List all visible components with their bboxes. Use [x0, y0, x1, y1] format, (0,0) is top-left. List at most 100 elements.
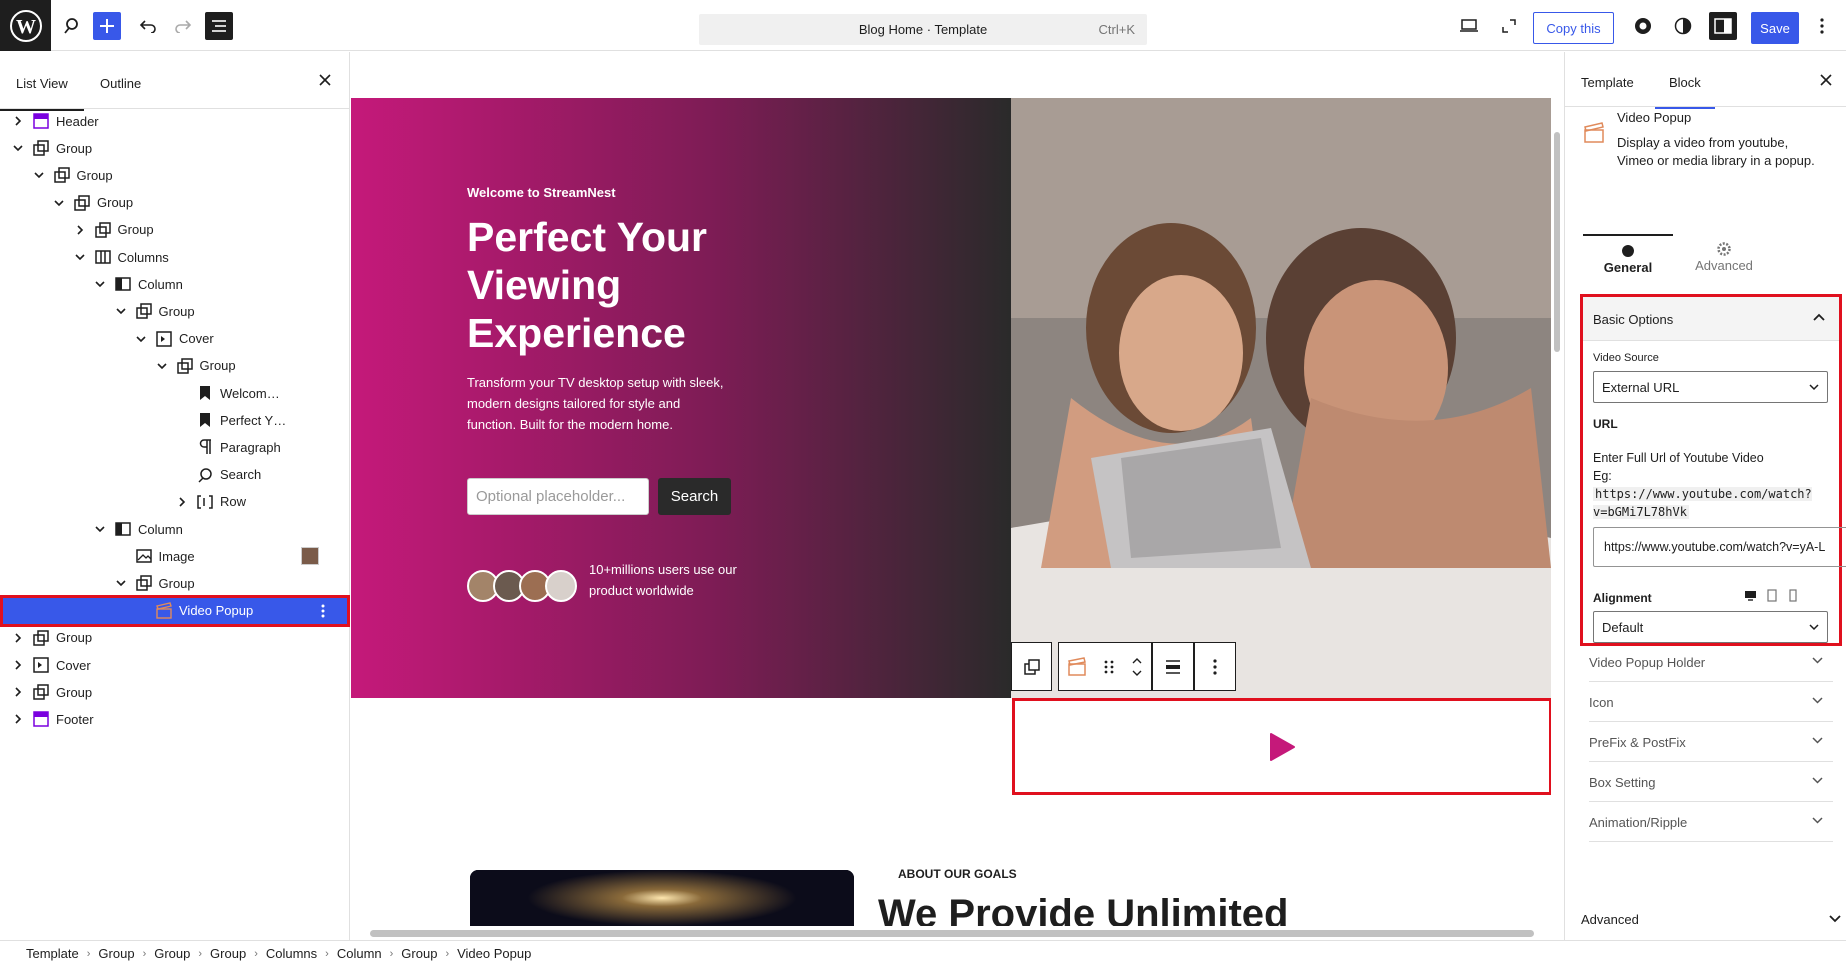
breadcrumb-separator-icon: › — [389, 947, 394, 960]
search-icon — [196, 466, 214, 484]
breadcrumb-item[interactable]: Group — [98, 946, 134, 961]
video-popup-icon — [1583, 122, 1605, 144]
url-input[interactable]: https://www.youtube.com/watch?v=yA-L — [1593, 527, 1846, 567]
add-block-button[interactable] — [93, 12, 121, 40]
breadcrumb-item[interactable]: Group — [154, 946, 190, 961]
settings-sidebar-icon[interactable] — [1709, 12, 1737, 40]
settings-tabs: Template Block — [1565, 52, 1846, 109]
basic-options-panel: Basic Options Video Source External URL … — [1580, 294, 1846, 646]
chevron-right-icon[interactable] — [12, 632, 24, 644]
scroll-thumb[interactable] — [1554, 132, 1560, 352]
template-part-icon — [32, 710, 50, 728]
chevron-down-icon — [1812, 737, 1823, 744]
align-button[interactable] — [1152, 642, 1194, 691]
tab-advanced[interactable]: Advanced — [1679, 234, 1769, 282]
shortcut-hint: Ctrl+K — [1098, 22, 1135, 37]
desktop-preview-icon[interactable] — [1455, 12, 1483, 40]
horizontal-scrollbar[interactable] — [351, 926, 1564, 940]
tab-list-view[interactable]: List View — [0, 76, 84, 111]
alignment-select[interactable]: Default — [1593, 611, 1828, 643]
chevron-down-icon[interactable] — [53, 197, 65, 209]
row-icon — [196, 493, 214, 511]
close-icon[interactable] — [1820, 74, 1832, 86]
breadcrumb-item[interactable]: Group — [401, 946, 437, 961]
chevron-right-icon[interactable] — [12, 713, 24, 725]
video-source-select[interactable]: External URL — [1593, 371, 1828, 403]
tablet-icon[interactable] — [1767, 589, 1777, 602]
save-button[interactable]: Save — [1751, 12, 1799, 44]
chevron-right-icon[interactable] — [176, 496, 188, 508]
block-options-icon[interactable] — [1194, 642, 1236, 691]
image-thumbnail — [301, 547, 319, 566]
group-icon — [94, 221, 112, 239]
redo-icon[interactable] — [169, 12, 197, 40]
editor-canvas[interactable]: Welcome to StreamNest Perfect Your Viewi… — [351, 52, 1564, 940]
chevron-down-icon[interactable] — [33, 169, 45, 181]
settings-section[interactable]: Video Popup Holder — [1589, 642, 1833, 682]
chevron-down-icon — [1812, 817, 1823, 824]
chevron-down-icon[interactable] — [115, 577, 127, 589]
breadcrumb-item[interactable]: Video Popup — [457, 946, 531, 961]
item-options-icon[interactable] — [321, 604, 325, 618]
chevron-down-icon[interactable] — [94, 523, 106, 535]
chevron-right-icon[interactable] — [12, 659, 24, 671]
breadcrumb-item[interactable]: Columns — [266, 946, 317, 961]
vertical-scrollbar[interactable] — [1551, 52, 1564, 940]
tab-outline[interactable]: Outline — [100, 76, 141, 91]
chevron-down-icon[interactable] — [74, 251, 86, 263]
settings-section[interactable]: Box Setting — [1589, 762, 1833, 802]
play-icon[interactable] — [1268, 732, 1296, 762]
breadcrumb-item[interactable]: Column — [337, 946, 382, 961]
wordpress-logo-icon[interactable]: W — [0, 0, 51, 51]
chevron-down-icon[interactable] — [135, 333, 147, 345]
url-help-text: Enter Full Url of Youtube Video — [1593, 451, 1764, 465]
chevron-down-icon[interactable] — [156, 360, 168, 372]
tab-block[interactable]: Block — [1655, 75, 1715, 109]
copy-button[interactable]: Copy this — [1533, 12, 1614, 44]
basic-options-header[interactable]: Basic Options — [1583, 297, 1839, 341]
chevron-right-icon[interactable] — [12, 115, 24, 127]
undo-icon[interactable] — [134, 12, 162, 40]
breadcrumb-item[interactable]: Group — [210, 946, 246, 961]
chevron-right-icon[interactable] — [12, 686, 24, 698]
chevron-right-icon[interactable] — [74, 224, 86, 236]
hero-image[interactable] — [1011, 98, 1551, 698]
chevron-down-icon[interactable] — [94, 278, 106, 290]
search-icon[interactable] — [59, 12, 87, 40]
settings-section[interactable]: PreFix & PostFix — [1589, 722, 1833, 762]
chevron-down-icon[interactable] — [12, 142, 24, 154]
list-view-item[interactable]: Footer — [0, 703, 350, 735]
url-label: URL — [1593, 417, 1618, 431]
close-icon[interactable] — [319, 74, 331, 86]
settings-section[interactable]: Icon — [1589, 682, 1833, 722]
document-overview-icon[interactable] — [205, 12, 233, 40]
advanced-section[interactable]: Advanced — [1581, 912, 1841, 927]
hero-cover[interactable]: Welcome to StreamNest Perfect Your Viewi… — [351, 98, 1011, 698]
fullscreen-icon[interactable] — [1495, 12, 1523, 40]
video-popup-block[interactable] — [1012, 698, 1552, 795]
url-example-code: https://www.youtube.com/watch?v=bGMi7L78… — [1593, 487, 1812, 519]
group-icon — [32, 139, 50, 157]
contrast-icon[interactable] — [1669, 12, 1697, 40]
plugin-gear-icon[interactable] — [1629, 12, 1657, 40]
settings-section-label: PreFix & PostFix — [1589, 735, 1686, 750]
tab-template[interactable]: Template — [1581, 75, 1634, 90]
mobile-icon[interactable] — [1789, 589, 1797, 602]
search-button[interactable]: Search — [658, 478, 731, 515]
chevron-down-icon[interactable] — [115, 305, 127, 317]
desktop-icon[interactable] — [1744, 590, 1757, 601]
command-palette[interactable]: Blog Home · Template Ctrl+K — [699, 14, 1147, 45]
move-up-down-icon[interactable] — [1131, 656, 1143, 678]
search-input[interactable]: Optional placeholder... — [467, 478, 649, 515]
options-kebab-icon[interactable] — [1808, 12, 1836, 40]
list-view-item-label: Video Popup — [179, 603, 254, 619]
hero-title: Perfect Your Viewing Experience — [467, 214, 708, 356]
video-popup-icon — [155, 601, 173, 620]
video-popup-icon[interactable] — [1067, 656, 1087, 677]
breadcrumb-item[interactable]: Template — [26, 946, 79, 961]
drag-handle-icon[interactable] — [1104, 659, 1114, 675]
tab-general[interactable]: General — [1583, 234, 1673, 282]
settings-section[interactable]: Animation/Ripple — [1589, 802, 1833, 842]
parent-block-button[interactable] — [1011, 642, 1052, 691]
scroll-thumb[interactable] — [370, 930, 1534, 937]
